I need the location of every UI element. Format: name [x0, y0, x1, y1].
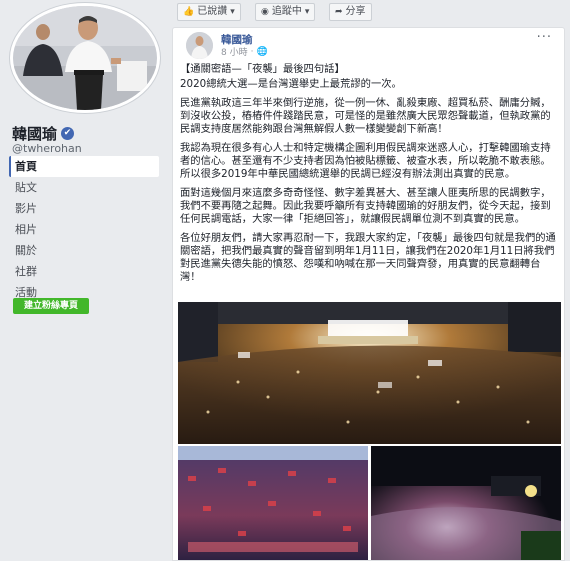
page-handle[interactable]: @twherohan	[12, 142, 82, 155]
sidebar-item-community[interactable]: 社群	[9, 261, 159, 282]
rally-photo-left-image	[178, 446, 368, 560]
page-name-row: 韓國瑜 ✔	[12, 123, 75, 144]
page-name[interactable]: 韓國瑜	[12, 123, 57, 144]
profile-photo[interactable]	[13, 6, 157, 110]
share-button[interactable]: ➦ 分享	[329, 3, 372, 21]
liked-label: 已說讚	[197, 6, 228, 17]
post-paragraph: 我認為現在很多有心人士和特定機構企圖利用假民調來迷惑人心，打擊韓國瑜支持者的信心…	[180, 142, 551, 180]
post-paragraph: 民進黨執政這三年半來倒行逆施，從一例一休、亂殺東廠、超買私菸、酬庸分贓，到沒收公…	[180, 97, 551, 135]
rally-photo-large[interactable]	[178, 302, 561, 444]
chevron-down-icon: ▾	[304, 7, 310, 17]
author-avatar-image	[186, 32, 213, 59]
more-dots-icon[interactable]: ···	[537, 30, 552, 45]
profile-photo-image	[13, 6, 157, 110]
post-timestamp[interactable]: 8 小時	[221, 45, 248, 58]
post-text: 【通關密語—「夜襲」最後四句話】 2020總統大選—是台灣選舉史上最荒謬的一次。…	[180, 63, 560, 290]
sidebar-item-posts[interactable]: 貼文	[9, 177, 159, 198]
page-action-bar: 👍 已說讚 ▾ ◉ 追蹤中 ▾ ➦ 分享	[172, 0, 570, 24]
liked-button[interactable]: 👍 已說讚 ▾	[177, 3, 241, 21]
rally-photo-right[interactable]	[371, 446, 561, 560]
following-button[interactable]: ◉ 追蹤中 ▾	[255, 3, 316, 21]
sidebar-item-about[interactable]: 關於	[9, 240, 159, 261]
post-paragraph: 面對這幾個月來這麼多奇奇怪怪、數字差異甚大、甚至讓人匪夷所思的民調數字，我們不要…	[180, 187, 551, 225]
thumbs-up-icon: 👍	[183, 7, 195, 17]
rss-icon: ◉	[261, 7, 269, 17]
rally-photo-large-image	[178, 302, 561, 444]
post-meta: 8 小時 · 🌐	[221, 45, 268, 59]
sidebar-item-photos[interactable]: 相片	[9, 219, 159, 240]
share-arrow-icon: ➦	[335, 7, 343, 17]
post-card: 韓國瑜 8 小時 · 🌐 ··· 【通關密語—「夜襲」最後四句話】 2020總統…	[172, 27, 565, 561]
share-label: 分享	[345, 6, 366, 17]
verified-badge-icon: ✔	[61, 127, 75, 140]
rally-photo-right-image	[371, 446, 561, 560]
dot-separator: ·	[250, 46, 254, 57]
post-author-avatar[interactable]	[186, 32, 213, 59]
sidebar-item-videos[interactable]: 影片	[9, 198, 159, 219]
sidebar-item-home[interactable]: 首頁	[9, 156, 159, 177]
sidebar-nav: 首頁 貼文 影片 相片 關於 社群 活動	[9, 156, 159, 303]
post-paragraph: 2020總統大選—是台灣選舉史上最荒謬的一次。	[180, 78, 402, 90]
chevron-down-icon: ▾	[230, 7, 235, 17]
post-title-line: 【通關密語—「夜襲」最後四句話】	[180, 63, 345, 75]
globe-icon: 🌐	[256, 46, 268, 57]
create-page-button[interactable]: 建立粉絲專頁	[13, 298, 89, 314]
page-sidebar: 韓國瑜 ✔ @twherohan 首頁 貼文 影片 相片 關於 社群 活動 建立…	[0, 0, 172, 561]
rally-photo-left[interactable]	[178, 446, 368, 560]
following-label: 追蹤中	[271, 6, 302, 17]
post-paragraph: 各位好朋友們，請大家再忍耐一下，我跟大家約定，「夜襲」最後四句就是我們的通關密語…	[180, 232, 556, 283]
